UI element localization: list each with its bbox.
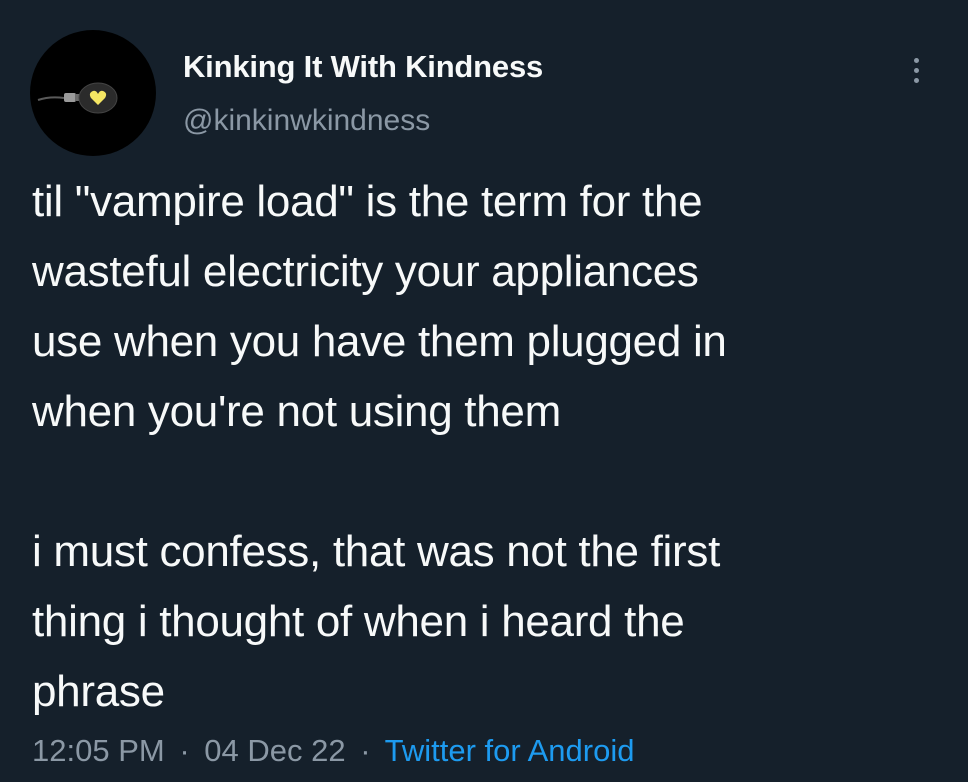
tweet-text: til "vampire load" is the term for the w… xyxy=(32,167,952,727)
author-display-name[interactable]: Kinking It With Kindness xyxy=(183,49,543,85)
more-options-button[interactable] xyxy=(896,50,936,90)
author-handle[interactable]: @kinkinwkindness xyxy=(183,104,430,138)
lightbulb-heart-icon xyxy=(37,82,118,114)
tweet-date[interactable]: 04 Dec 22 xyxy=(204,733,345,768)
meta-separator: · xyxy=(179,733,190,768)
tweet-time[interactable]: 12:05 PM xyxy=(32,733,165,768)
tweet-paragraph: i must confess, that was not the first t… xyxy=(32,527,721,716)
tweet-source-link[interactable]: Twitter for Android xyxy=(385,733,635,768)
meta-separator: · xyxy=(360,733,371,768)
tweet-paragraph: til "vampire load" is the term for the w… xyxy=(32,177,727,436)
avatar[interactable] xyxy=(30,30,156,156)
tweet-card: Kinking It With Kindness @kinkinwkindnes… xyxy=(0,0,968,782)
tweet-meta: 12:05 PM · 04 Dec 22 · Twitter for Andro… xyxy=(32,733,634,769)
